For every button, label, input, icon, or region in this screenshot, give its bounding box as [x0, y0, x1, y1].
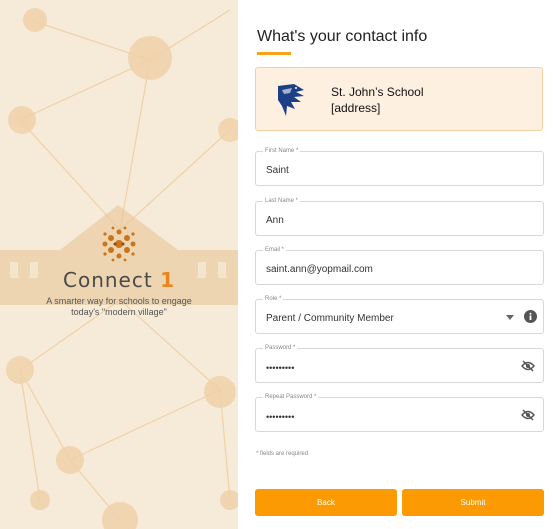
- role-value: Parent / Community Member: [266, 313, 394, 324]
- repeat-password-field[interactable]: Repeat Password * •••••••••: [255, 392, 544, 432]
- role-label: Role *: [263, 294, 284, 304]
- info-icon[interactable]: [524, 310, 537, 323]
- email-label: Email *: [263, 245, 287, 255]
- password-value: •••••••••: [266, 363, 295, 373]
- email-value: saint.ann@yopmail.com: [266, 264, 373, 275]
- role-select[interactable]: Role * Parent / Community Member: [255, 294, 544, 334]
- submit-button[interactable]: Submit: [402, 489, 544, 516]
- title-underline: [257, 52, 291, 55]
- school-address: [address]: [331, 101, 381, 115]
- brand-name-number: 1: [160, 268, 175, 292]
- connect-logo-icon: [102, 226, 136, 262]
- chevron-down-icon[interactable]: [506, 315, 514, 321]
- brand-name: Connect 1: [0, 268, 238, 292]
- brand-tagline: A smarter way for schools to engage toda…: [0, 296, 238, 318]
- contact-form-panel: What's your contact info St. John’s Scho…: [238, 0, 553, 529]
- school-card: St. John’s School [address]: [255, 67, 543, 131]
- eye-off-icon[interactable]: [521, 360, 535, 372]
- repeat-password-label: Repeat Password *: [263, 392, 319, 402]
- password-label: Password *: [263, 343, 298, 353]
- brand-block: Connect 1 A smarter way for schools to e…: [0, 222, 238, 318]
- school-eagle-logo-icon: [278, 84, 304, 116]
- brand-panel: Connect 1 A smarter way for schools to e…: [0, 0, 238, 529]
- last-name-field[interactable]: Last Name * Ann: [255, 196, 544, 236]
- last-name-label: Last Name *: [263, 196, 301, 206]
- required-fields-note: * fields are required: [256, 451, 309, 457]
- email-field[interactable]: Email * saint.ann@yopmail.com: [255, 245, 544, 285]
- last-name-value: Ann: [266, 215, 284, 226]
- first-name-field[interactable]: First Name * Saint: [255, 146, 544, 186]
- brand-name-text: Connect: [63, 268, 153, 292]
- tagline-line-2: today's "modern village": [71, 307, 167, 317]
- tagline-line-1: A smarter way for schools to engage: [46, 296, 192, 306]
- page-title: What's your contact info: [257, 28, 428, 45]
- eye-off-icon[interactable]: [521, 409, 535, 421]
- back-button[interactable]: Back: [255, 489, 397, 516]
- school-name: St. John’s School: [331, 85, 424, 99]
- repeat-password-value: •••••••••: [266, 412, 295, 422]
- password-field[interactable]: Password * •••••••••: [255, 343, 544, 383]
- first-name-label: First Name *: [263, 146, 301, 156]
- first-name-value: Saint: [266, 165, 289, 176]
